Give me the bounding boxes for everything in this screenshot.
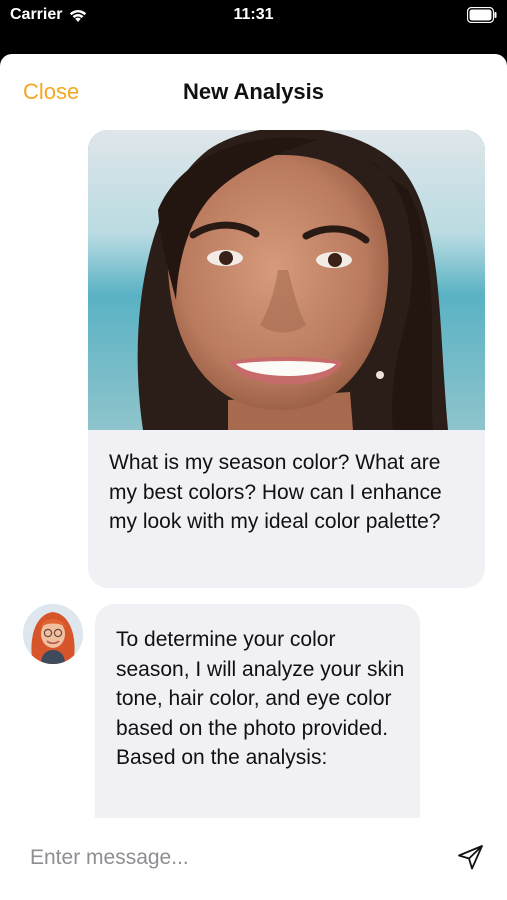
- assistant-avatar-graphic: [23, 604, 83, 664]
- page-title: New Analysis: [182, 79, 325, 104]
- message-input[interactable]: [30, 846, 430, 870]
- status-time: 11:31: [233, 6, 274, 23]
- status-bar: Carrier 11:31: [0, 0, 507, 54]
- user-message-bubble: What is my season color? What are my bes…: [88, 130, 485, 588]
- portrait-photo-graphic: [88, 130, 485, 430]
- assistant-message-bubble: To determine your color season, I will a…: [95, 604, 420, 824]
- navigation-bar: Close New Analysis: [0, 54, 507, 132]
- send-icon[interactable]: [455, 841, 487, 873]
- message-composer: [0, 818, 507, 900]
- chat-sheet: Close New Analysis What is my season col…: [0, 54, 507, 900]
- portrait-photo[interactable]: [88, 130, 485, 430]
- assistant-message-text: To determine your color season, I will a…: [116, 628, 405, 769]
- battery-icon: [467, 7, 497, 23]
- assistant-avatar: [23, 604, 83, 664]
- user-message-text: What is my season color? What are my bes…: [109, 451, 442, 533]
